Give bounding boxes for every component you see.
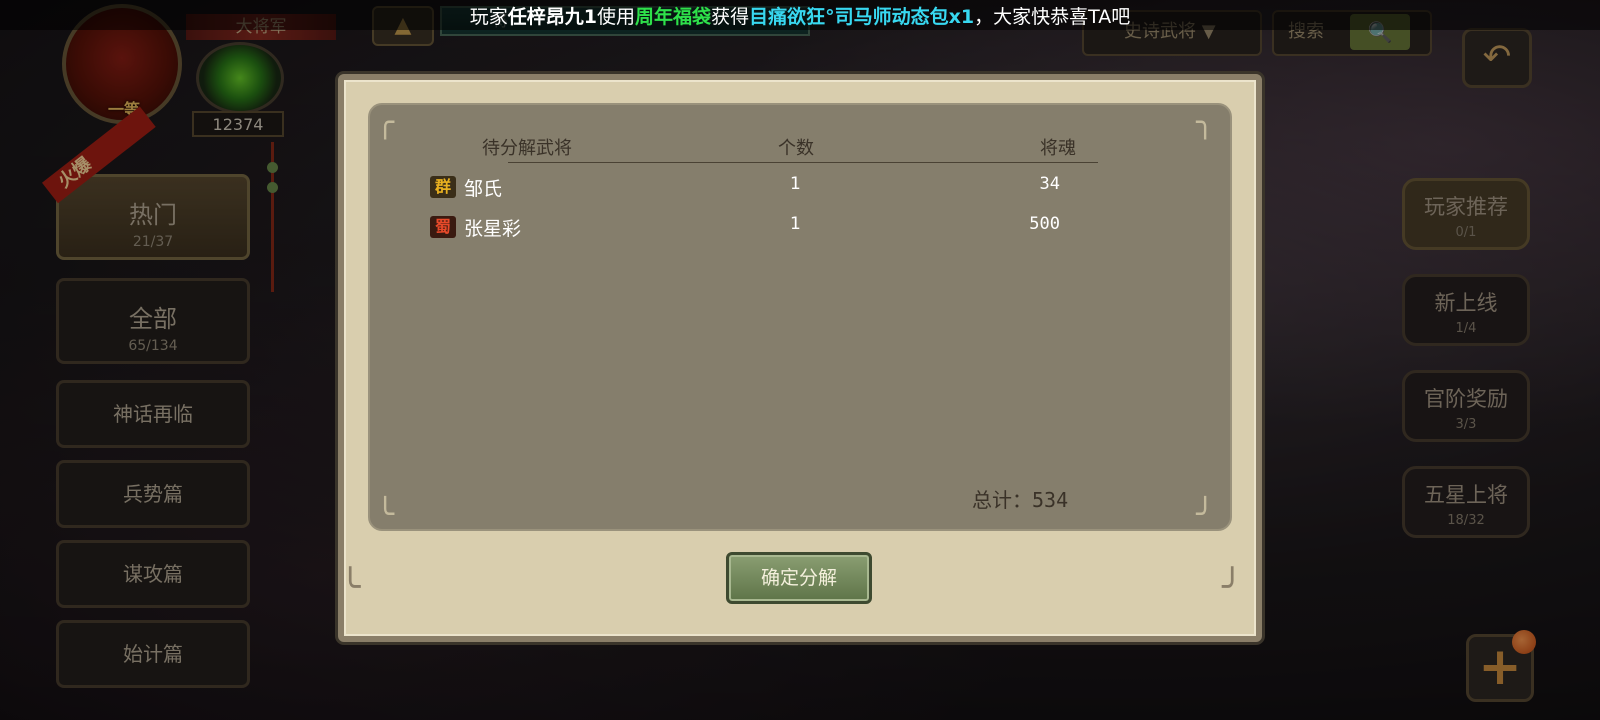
table-row: 群 邹氏 1 34 [430,170,1090,204]
decompose-list-panel [368,103,1232,531]
table-row: 蜀 张星彩 1 500 [430,210,1090,244]
hero-soul-value: 500 [1029,214,1060,234]
corner-ornament-icon: ╯ [1222,567,1243,607]
broadcast-prefix: 玩家 [469,5,508,28]
hero-name: 张星彩 [464,218,522,240]
faction-badge: 群 [430,176,456,198]
total-summary: 总计：534 [972,484,1068,513]
hero-name: 邹氏 [464,178,503,200]
broadcast-reward: 目痛欲狂°司马师动态包x1 [749,5,975,28]
broadcast-banner: 玩家 任梓昂九1 使用 周年福袋 获得 目痛欲狂°司马师动态包x1 ，大家快恭喜TA吧 [0,0,1600,30]
corner-ornament-icon: ╰ [340,567,361,607]
hero-soul-value: 34 [1039,174,1060,194]
broadcast-obtained: 获得 [711,5,750,28]
broadcast-item: 周年福袋 [635,5,712,28]
header-divider [508,162,1098,163]
corner-ornament-icon: ╮ [1196,105,1215,140]
broadcast-suffix: ，大家快恭喜TA吧 [974,5,1131,28]
column-header-hero: 待分解武将 [482,138,572,159]
confirm-decompose-button[interactable]: 确定分解 [726,552,872,604]
corner-ornament-icon: ╰ [376,497,395,532]
corner-ornament-icon: ╭ [376,105,395,140]
faction-badge: 蜀 [430,216,456,238]
broadcast-player: 任梓昂九1 [507,5,598,28]
column-header-soul: 将魂 [1040,138,1076,159]
total-value: 534 [1032,488,1069,512]
hero-quantity: 1 [790,174,801,194]
broadcast-used: 使用 [597,5,636,28]
total-label: 总计： [972,488,1032,512]
corner-ornament-icon: ╯ [1196,497,1215,532]
hero-quantity: 1 [790,214,801,234]
column-header-quantity: 个数 [778,138,814,159]
